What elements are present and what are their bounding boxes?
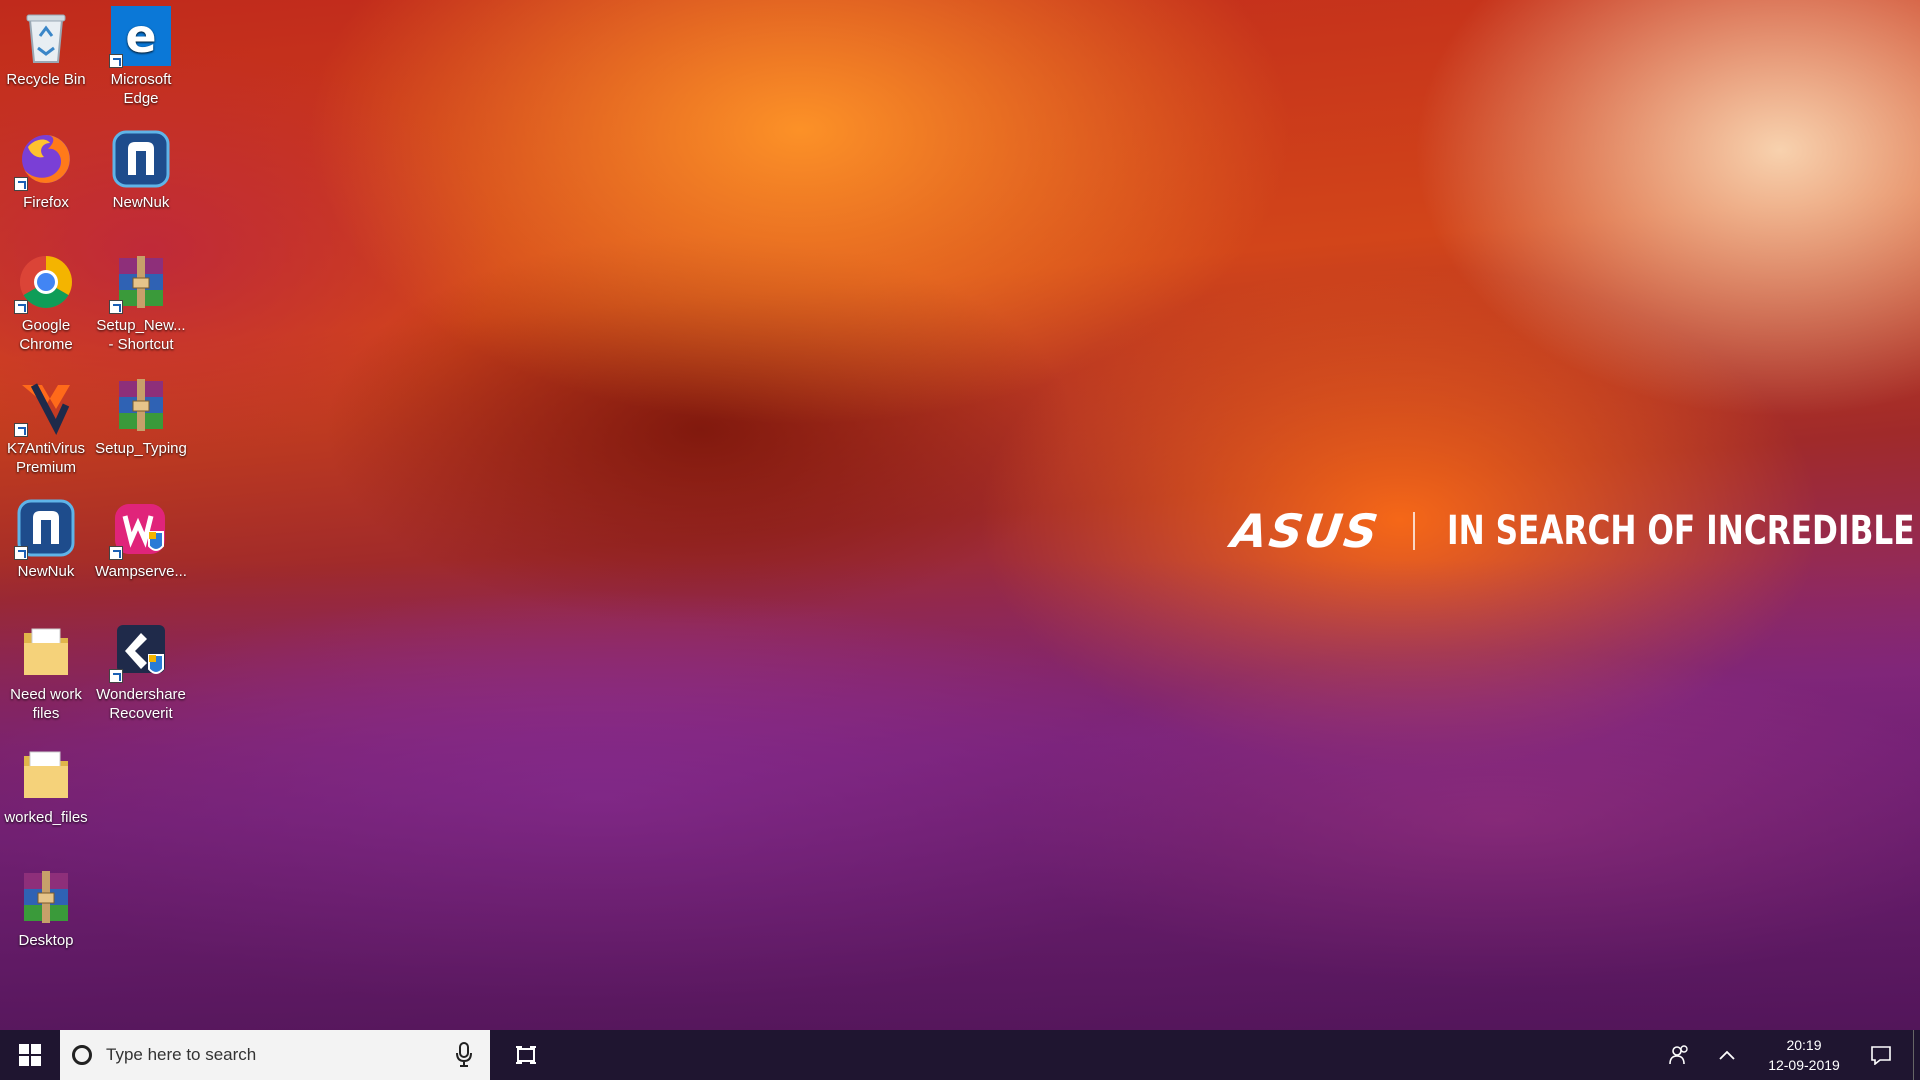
wampserver-icon	[109, 498, 171, 560]
desktop-icon-firefox[interactable]: Firefox	[0, 123, 92, 212]
edge-icon: e	[109, 6, 171, 68]
desktop-icon-wampserver[interactable]: Wampserve...	[95, 492, 187, 581]
people-button[interactable]	[1655, 1030, 1703, 1080]
winrar-archive-icon	[16, 867, 76, 927]
newnuk-icon	[14, 498, 76, 560]
start-button[interactable]	[0, 1030, 60, 1080]
desktop-icon-label: Setup_Typing	[95, 440, 187, 457]
taskbar-search-box[interactable]: Type here to search	[60, 1030, 490, 1080]
desktop-icon-label: Recycle Bin	[6, 71, 86, 88]
chevron-up-icon	[1719, 1050, 1735, 1060]
clock-time: 20:19	[1786, 1037, 1822, 1053]
shortcut-arrow-icon	[109, 669, 123, 683]
desktop-icon-worked-files[interactable]: worked_files	[0, 738, 92, 827]
desktop-icon-label: Desktop	[18, 932, 74, 949]
shortcut-arrow-icon	[14, 546, 28, 560]
task-view-icon	[516, 1046, 536, 1064]
desktop-icon-label: Google Chrome	[19, 317, 73, 353]
firefox-icon	[14, 129, 76, 191]
desktop-icon-label: Setup_New... - Shortcut	[96, 317, 186, 353]
desktop-icon-google-chrome[interactable]: Google Chrome	[0, 246, 92, 354]
chrome-icon	[14, 252, 76, 314]
asus-logo: ASUS	[1228, 504, 1384, 558]
svg-text:e: e	[125, 9, 156, 63]
brand-divider	[1413, 512, 1416, 550]
task-view-button[interactable]	[506, 1030, 546, 1080]
system-tray: 20:19 12-09-2019	[1655, 1030, 1920, 1080]
notification-icon	[1871, 1046, 1891, 1065]
shortcut-arrow-icon	[109, 300, 123, 314]
recoverit-icon	[109, 621, 171, 683]
action-center-button[interactable]	[1857, 1030, 1905, 1080]
microphone-icon[interactable]	[454, 1042, 474, 1068]
search-placeholder: Type here to search	[106, 1045, 257, 1064]
taskbar: Type here to search 20:19 12-09-2019	[0, 1030, 1920, 1080]
show-desktop-button[interactable]	[1913, 1030, 1920, 1080]
winrar-archive-icon	[111, 375, 171, 435]
winrar-archive-icon	[109, 252, 171, 314]
desktop-icon-wondershare-recoverit[interactable]: Wondershare Recoverit	[95, 615, 187, 723]
brand-tagline: IN SEARCH OF INCREDIBLE	[1447, 508, 1915, 554]
desktop-icon-label: Wondershare Recoverit	[96, 686, 186, 722]
desktop-icon-label: worked_files	[4, 809, 88, 826]
desktop-icon-recycle-bin[interactable]: Recycle Bin	[0, 0, 92, 89]
recycle-bin-icon	[16, 6, 76, 66]
show-hidden-icons-button[interactable]	[1703, 1030, 1751, 1080]
shortcut-arrow-icon	[14, 300, 28, 314]
cortana-icon	[72, 1045, 92, 1065]
desktop-icon-setup-typing[interactable]: Setup_Typing	[95, 369, 187, 458]
desktop-icon-label: Microsoft Edge	[110, 71, 172, 107]
newnuk-icon	[111, 129, 171, 189]
taskbar-clock[interactable]: 20:19 12-09-2019	[1751, 1035, 1857, 1075]
desktop-icon-label: NewNuk	[112, 194, 170, 211]
desktop-icon-label: K7AntiVirus Premium	[6, 440, 86, 476]
desktop-icon-label: NewNuk	[17, 563, 75, 580]
desktop-icon-label: Need work files	[10, 686, 82, 722]
shortcut-arrow-icon	[109, 546, 123, 560]
desktop-icon-k7antivirus[interactable]: K7AntiVirus Premium	[0, 369, 92, 477]
desktop-icon-microsoft-edge[interactable]: e Microsoft Edge	[95, 0, 187, 108]
folder-icon	[16, 744, 76, 804]
folder-icon	[16, 621, 76, 681]
shortcut-arrow-icon	[109, 54, 123, 68]
windows-logo-icon	[19, 1044, 41, 1066]
shortcut-arrow-icon	[14, 177, 28, 191]
desktop-icon-desktop-archive[interactable]: Desktop	[0, 861, 92, 950]
clock-date: 12-09-2019	[1768, 1057, 1840, 1073]
desktop-icon-label: Wampserve...	[95, 563, 187, 580]
people-icon	[1669, 1045, 1688, 1065]
desktop-icon-label: Firefox	[23, 194, 69, 211]
shortcut-arrow-icon	[14, 423, 28, 437]
desktop-icon-need-work-files[interactable]: Need work files	[0, 615, 92, 723]
desktop-icon-newnuk-2[interactable]: NewNuk	[0, 492, 92, 581]
desktop-icon-setup-new-shortcut[interactable]: Setup_New... - Shortcut	[95, 246, 187, 354]
k7-antivirus-icon	[14, 375, 76, 437]
asus-branding: ASUS IN SEARCH OF INCREDIBLE	[1228, 504, 1920, 558]
desktop-icon-newnuk-1[interactable]: NewNuk	[95, 123, 187, 212]
